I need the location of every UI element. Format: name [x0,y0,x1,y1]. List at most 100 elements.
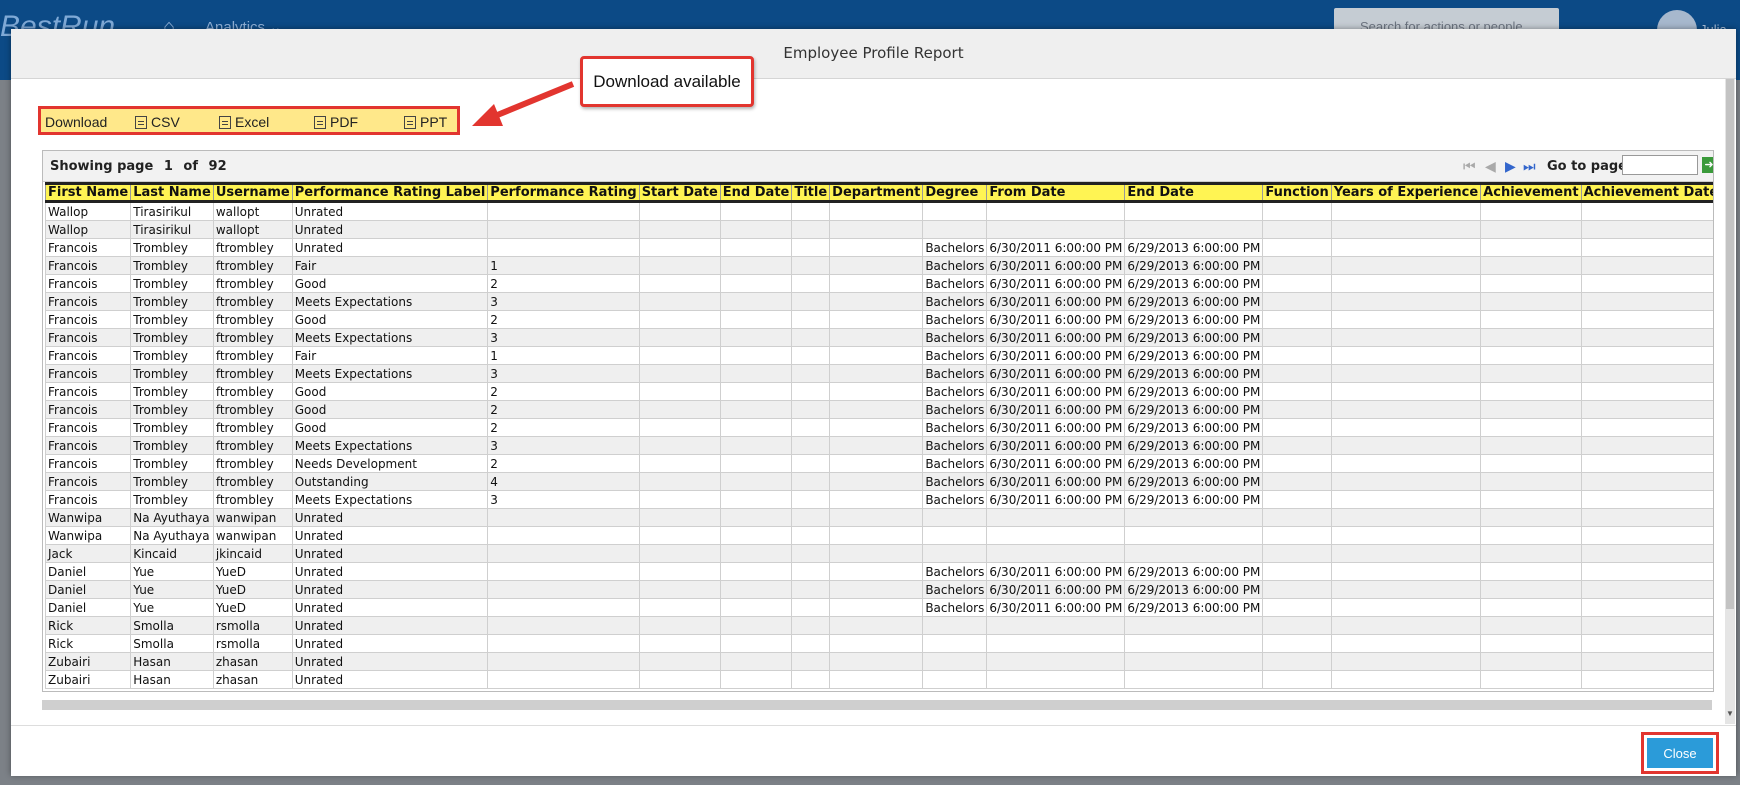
table-cell [1262,544,1332,563]
table-cell [1124,201,1264,221]
column-header[interactable]: Degree [922,182,988,203]
table-cell [829,310,924,329]
horizontal-scrollbar[interactable] [42,700,1712,710]
table-cell [791,418,831,437]
table-cell: Na Ayuthaya [130,508,214,527]
table-cell [791,580,831,599]
table-cell: wanwipan [212,508,293,527]
prev-page-icon[interactable]: ◀ [1485,158,1496,175]
pdf-icon [314,116,326,129]
scrollbar-thumb[interactable] [1726,79,1734,609]
column-header[interactable]: Achievement [1480,182,1582,203]
table-cell: Unrated [291,508,489,527]
table-cell: ftrombley [212,328,293,347]
table-cell: Meets Expectations [291,328,489,347]
table-row: Francois Trombley ftrombley Fair 1 Bachelors 6… [44,346,1713,365]
table-cell [829,508,924,527]
table-cell [719,580,793,599]
table-cell: 6/29/2013 6:00:00 PM [1124,346,1264,365]
column-header[interactable]: Achievement Date [1580,182,1713,203]
table-cell [829,256,924,275]
column-header[interactable]: End Date [1124,182,1264,203]
table-cell [1580,472,1713,491]
excel-button[interactable]: Excel [219,114,269,130]
table-cell [719,382,793,401]
table-cell [487,652,640,671]
dialog-vertical-scrollbar[interactable]: ▼ [1725,79,1735,724]
last-page-icon[interactable]: ⏭ [1523,158,1536,175]
table-cell [1330,310,1482,329]
table-cell [829,292,924,311]
column-header[interactable]: End Date [719,182,793,203]
table-cell [1330,328,1482,347]
table-cell: zhasan [212,652,293,671]
table-cell [1580,310,1713,329]
first-page-icon[interactable]: ⏮ [1463,158,1476,175]
table-cell: Unrated [291,544,489,563]
table-cell [638,256,721,275]
goto-page-input[interactable] [1622,155,1698,175]
table-cell: 6/29/2013 6:00:00 PM [1124,328,1264,347]
table-cell: Bachelors [922,454,988,473]
column-header[interactable]: Last Name [130,182,214,203]
column-header[interactable]: Department [829,182,924,203]
pdf-button[interactable]: PDF [314,114,358,130]
column-header[interactable]: From Date [986,182,1126,203]
column-header[interactable]: Years of Experience [1330,182,1482,203]
table-cell: 6/30/2011 6:00:00 PM [986,562,1126,581]
report-grid: Showing page 1 of 92 ⏮ ◀ ▶ ⏭ Go to page:… [42,150,1714,692]
table-cell [1580,382,1713,401]
column-header[interactable]: Performance Rating Label [291,182,489,203]
table-cell: Francois [44,400,132,419]
table-cell [829,238,924,257]
table-cell [719,310,793,329]
table-row: Francois Trombley ftrombley Needs Developme… [44,454,1713,473]
table-cell: rsmolla [212,616,293,635]
table-cell: Tirasirikul [130,220,214,239]
column-header[interactable]: Performance Rating [487,182,640,203]
table-cell [829,346,924,365]
table-cell [638,490,721,509]
table-cell [1480,310,1582,329]
column-header[interactable]: Username [212,182,293,203]
table-cell [829,544,924,563]
table-cell: Francois [44,382,132,401]
table-cell: Wallop [44,201,132,221]
column-header[interactable]: Start Date [638,182,721,203]
table-cell: Bachelors [922,400,988,419]
table-cell [1480,201,1582,221]
table-cell: ftrombley [212,400,293,419]
table-cell [719,616,793,635]
table-cell [1480,418,1582,437]
table-cell [1480,292,1582,311]
table-cell: ftrombley [212,274,293,293]
table-cell: Francois [44,436,132,455]
table-cell: 6/29/2013 6:00:00 PM [1124,490,1264,509]
column-header[interactable]: First Name [44,182,132,203]
table-cell: Trombley [130,238,214,257]
table-cell: Bachelors [922,274,988,293]
table-cell [487,544,640,563]
ppt-button[interactable]: PPT [404,114,447,130]
close-button[interactable]: Close [1647,738,1713,768]
close-highlight: Close [1641,732,1719,774]
column-header[interactable]: Function [1262,182,1332,203]
table-cell [791,598,831,617]
table-cell: 6/29/2013 6:00:00 PM [1124,598,1264,617]
next-page-icon[interactable]: ▶ [1505,158,1516,175]
table-cell [986,616,1126,635]
table-cell [1330,472,1482,491]
table-cell [1480,598,1582,617]
table-cell [719,436,793,455]
table-cell: Rick [44,634,132,653]
scroll-down-arrow-icon[interactable]: ▼ [1726,709,1734,718]
of-label: of [183,159,199,174]
table-cell [638,220,721,239]
table-cell: Trombley [130,256,214,275]
table-cell: 3 [487,436,640,455]
go-arrow-icon[interactable]: ➜ [1702,157,1713,173]
table-cell: Zubairi [44,652,132,671]
column-header[interactable]: Title [791,182,831,203]
csv-button[interactable]: CSV [135,114,180,130]
table-cell: Francois [44,346,132,365]
